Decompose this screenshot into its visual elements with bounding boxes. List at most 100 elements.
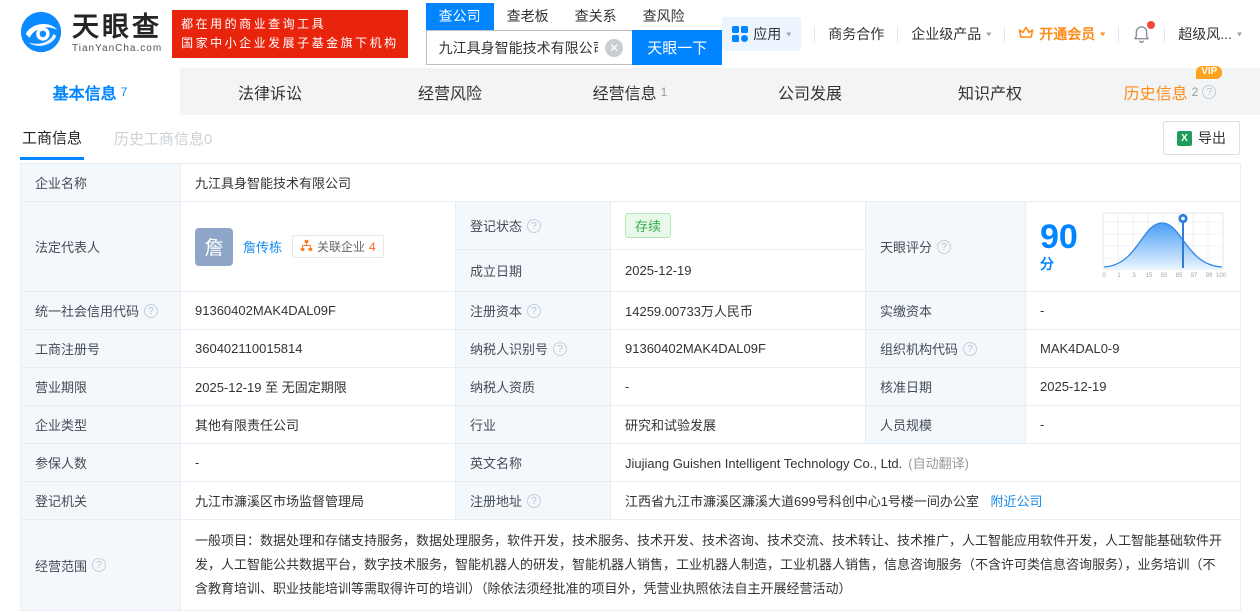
- company-type-label: 企业类型: [20, 405, 181, 444]
- table-row: 营业期限 2025-12-19 至 无固定期限 纳税人资质 - 核准日期 202…: [20, 367, 1242, 406]
- tab-operation-info[interactable]: 经营信息 1: [540, 68, 720, 115]
- legal-rep-name-link[interactable]: 詹传栋: [243, 237, 282, 256]
- eye-logo-icon: [18, 9, 64, 60]
- export-label: 导出: [1198, 130, 1226, 146]
- score-unit: 分: [1040, 255, 1054, 272]
- help-icon[interactable]: ?: [1202, 84, 1217, 99]
- export-button[interactable]: X 导出: [1163, 121, 1240, 155]
- business-term-value: 2025-12-19 至 无固定期限: [180, 367, 456, 406]
- svg-text:85: 85: [1176, 273, 1183, 279]
- help-icon[interactable]: ?: [553, 341, 568, 356]
- taxpayer-quality-label: 纳税人资质: [455, 367, 611, 406]
- apps-menu[interactable]: 应用 ▾: [722, 17, 802, 51]
- business-info-table: 企业名称 九江具身智能技术有限公司 法定代表人 詹 詹传栋 关联企业 4 登记状…: [20, 163, 1242, 612]
- tab-basic-info[interactable]: 基本信息 7: [0, 68, 180, 115]
- table-row: 登记机关 九江市濂溪区市场监督管理局 注册地址? 江西省九江市濂溪区濂溪大道69…: [20, 481, 1242, 520]
- staff-size-value: -: [1024, 405, 1242, 444]
- paid-capital-value: -: [1024, 291, 1242, 330]
- company-type-value: 其他有限责任公司: [180, 405, 456, 444]
- divider: [1118, 26, 1120, 42]
- super-risk-menu[interactable]: 超级风... ▾: [1178, 24, 1242, 44]
- enterprise-products-menu[interactable]: 企业级产品 ▾: [911, 24, 991, 44]
- help-icon[interactable]: ?: [963, 341, 978, 356]
- divider: [1164, 26, 1166, 42]
- help-icon[interactable]: ?: [527, 303, 542, 318]
- reg-number-label: 工商注册号: [20, 329, 181, 368]
- table-row: 法定代表人 詹 詹传栋 关联企业 4 登记状态? 存续 天眼评分? 90分 0 …: [20, 200, 1242, 292]
- taxpayer-id-label: 纳税人识别号: [470, 342, 549, 357]
- top-nav: 应用 ▾ 商务合作 企业级产品 ▾ 开通会员 ▾ 超级风... ▾: [722, 17, 1242, 51]
- nearby-companies-link[interactable]: 附近公司: [991, 494, 1043, 509]
- credit-code-label-cell: 统一社会信用代码?: [20, 291, 181, 330]
- table-row: 统一社会信用代码? 91360402MAK4DAL09F 注册资本? 14259…: [20, 291, 1242, 330]
- score-label-cell: 天眼评分?: [865, 201, 1026, 292]
- address-cell: 江西省九江市濂溪区濂溪大道699号科创中心1号楼一间办公室 附近公司: [609, 481, 1242, 520]
- help-icon[interactable]: ?: [144, 303, 159, 318]
- business-term-label: 营业期限: [20, 367, 181, 406]
- staff-size-label: 人员规模: [865, 405, 1026, 444]
- org-code-label-cell: 组织机构代码?: [865, 329, 1026, 368]
- search-button[interactable]: 天眼一下: [632, 30, 723, 65]
- table-row: 经营范围? 一般项目：数据处理和存储支持服务，数据处理服务，软件开发，技术服务、…: [20, 518, 1242, 612]
- legal-rep-label: 法定代表人: [20, 201, 181, 292]
- help-icon[interactable]: ?: [92, 558, 107, 573]
- english-name-label: 英文名称: [455, 443, 611, 482]
- divider: [897, 26, 899, 42]
- company-name-label: 企业名称: [20, 163, 181, 202]
- search-tab-relation[interactable]: 查关系: [562, 3, 630, 30]
- open-vip-label: 开通会员: [1039, 26, 1096, 42]
- reg-authority-value: 九江市濂溪区市场监督管理局: [180, 481, 456, 520]
- company-name-value: 九江具身智能技术有限公司: [179, 163, 1242, 202]
- help-icon[interactable]: ?: [527, 493, 542, 508]
- approval-date-value: 2025-12-19: [1024, 367, 1242, 406]
- org-code-value: MAK4DAL0-9: [1024, 329, 1242, 368]
- svg-text:50: 50: [1161, 273, 1168, 279]
- tab-label: 经营信息: [592, 85, 657, 103]
- business-scope-value: 一般项目：数据处理和存储支持服务，数据处理服务，软件开发，技术服务、技术开发、技…: [179, 518, 1242, 612]
- notifications-bell-icon[interactable]: [1132, 20, 1156, 44]
- reg-status-value-cell: 存续: [610, 200, 866, 251]
- legal-rep-cell: 詹 詹传栋 关联企业 4: [180, 201, 456, 292]
- brand-logo[interactable]: 天眼查 TianYanCha.com: [18, 9, 162, 60]
- subtab-bar: 工商信息 历史工商信息0 X 导出: [0, 115, 1260, 161]
- reg-status-label: 登记状态: [470, 219, 523, 235]
- tab-company-development[interactable]: 公司发展: [720, 68, 900, 115]
- divider: [814, 26, 816, 42]
- subtab-history-business-info[interactable]: 历史工商信息0: [114, 128, 212, 149]
- paid-capital-label: 实缴资本: [865, 291, 1026, 330]
- business-coop-link[interactable]: 商务合作: [828, 24, 884, 44]
- svg-text:3: 3: [1132, 273, 1136, 279]
- subtab-business-info[interactable]: 工商信息: [20, 116, 85, 160]
- tab-intellectual-property[interactable]: 知识产权: [900, 68, 1080, 115]
- score-label: 天眼评分: [880, 240, 933, 255]
- search-tab-risk[interactable]: 查风险: [630, 3, 698, 30]
- enterprise-products-label: 企业级产品: [911, 26, 982, 42]
- tab-label: 知识产权: [957, 85, 1022, 103]
- help-icon[interactable]: ?: [527, 218, 542, 233]
- divider: [1004, 26, 1006, 42]
- search-tabs: 查公司 查老板 查关系 查风险: [425, 3, 723, 30]
- table-row: 工商注册号 360402110015814 纳税人识别号? 91360402MA…: [20, 329, 1242, 368]
- related-companies-badge[interactable]: 关联企业 4: [292, 235, 384, 258]
- tab-legal-litigation[interactable]: 法律诉讼: [180, 68, 360, 115]
- open-vip-menu[interactable]: 开通会员 ▾: [1018, 24, 1105, 44]
- tab-operation-risk[interactable]: 经营风险: [360, 68, 540, 115]
- taxpayer-quality-value: -: [610, 367, 866, 406]
- excel-icon: X: [1177, 130, 1192, 146]
- crown-icon: [1018, 26, 1034, 43]
- help-icon[interactable]: ?: [937, 239, 952, 254]
- tab-label: 法律诉讼: [237, 85, 302, 103]
- chevron-down-icon: ▾: [986, 29, 992, 39]
- credit-code-label: 统一社会信用代码: [35, 304, 140, 319]
- search-tab-company[interactable]: 查公司: [425, 3, 494, 30]
- search-input[interactable]: [426, 31, 633, 64]
- address-label: 注册地址: [470, 494, 523, 509]
- industry-value: 研究和试验发展: [610, 405, 866, 444]
- svg-text:97: 97: [1191, 273, 1198, 279]
- tab-history-info[interactable]: VIP 历史信息 2 ?: [1080, 65, 1260, 115]
- tab-count: 2: [1191, 84, 1199, 99]
- insured-label: 参保人数: [20, 443, 181, 482]
- search-input-box: ✕: [425, 30, 633, 65]
- legal-rep-avatar[interactable]: 詹: [195, 227, 233, 266]
- search-tab-boss[interactable]: 查老板: [494, 3, 562, 30]
